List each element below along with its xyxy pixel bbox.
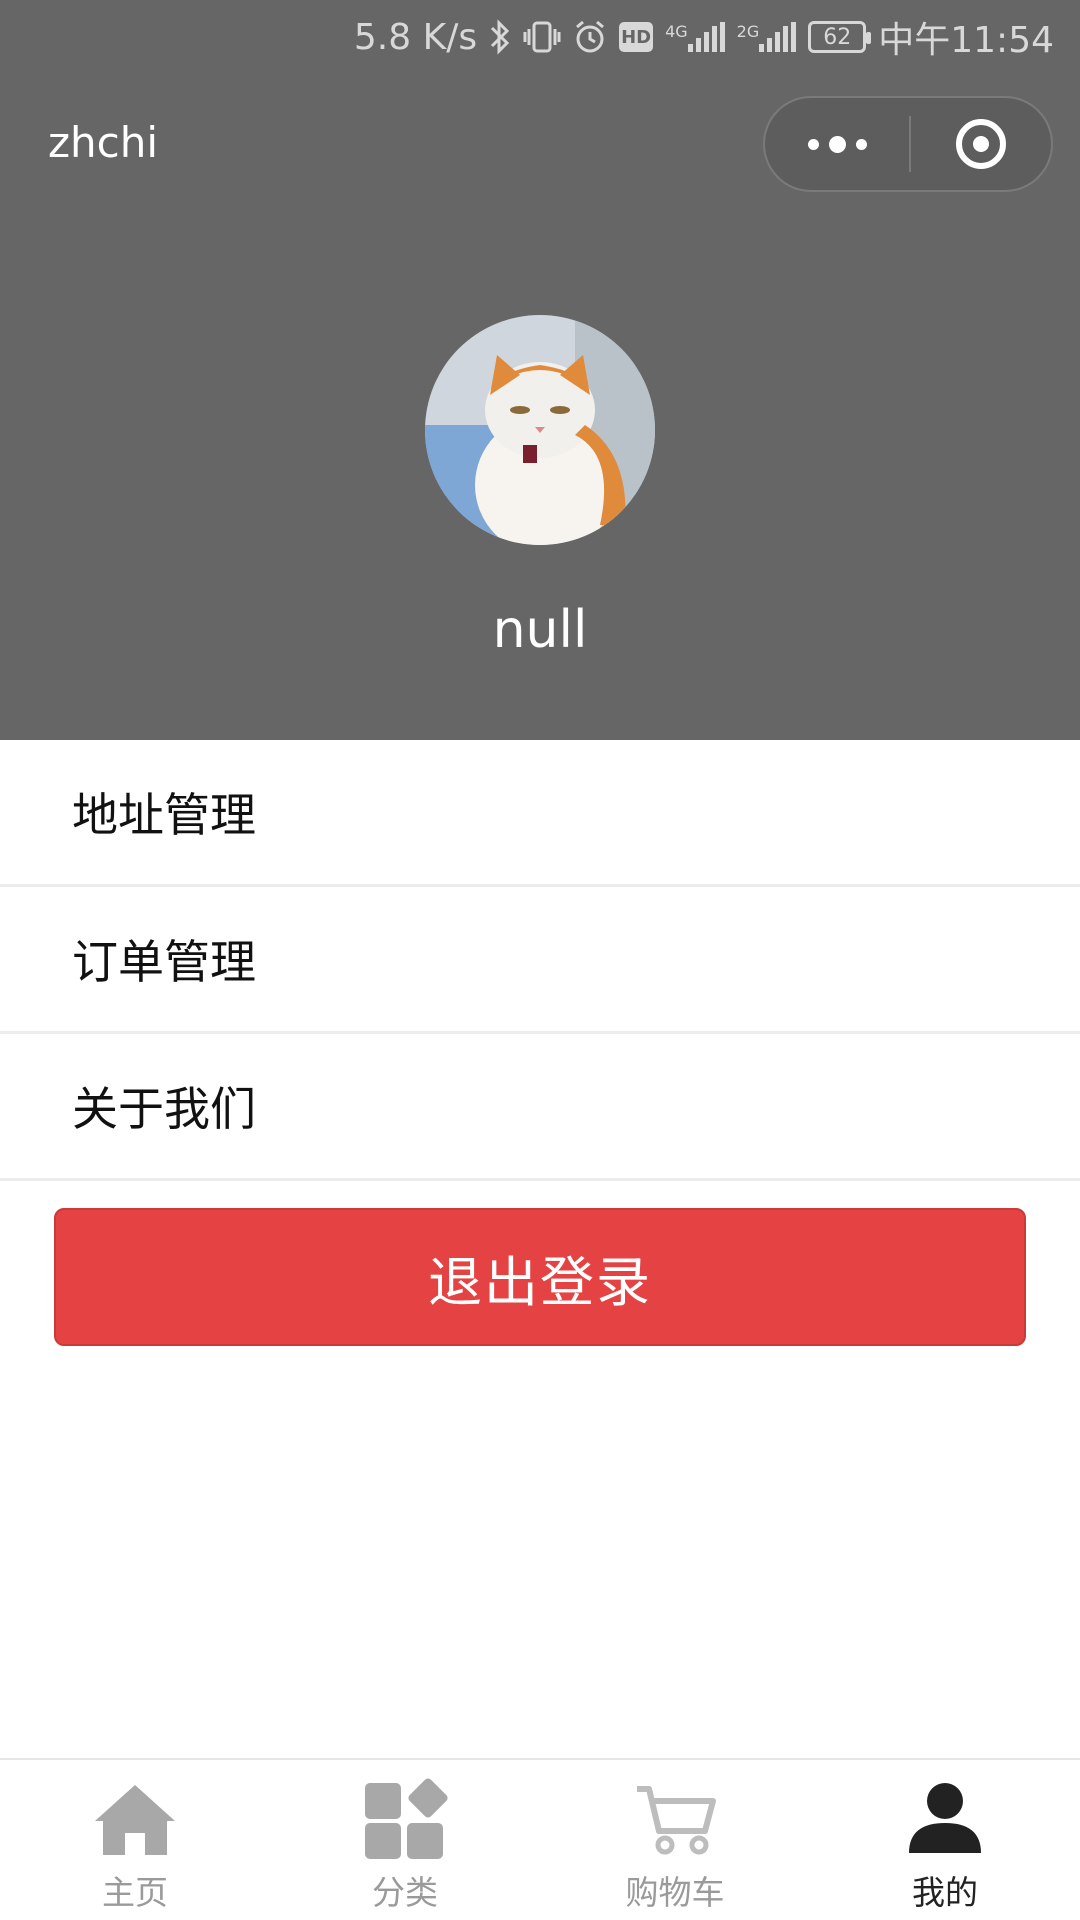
more-menu-button[interactable] — [765, 98, 909, 190]
username: null — [492, 600, 588, 660]
network-type-2g: 2G — [736, 22, 760, 41]
user-icon — [900, 1774, 990, 1864]
tab-label-cart: 购物车 — [625, 1873, 725, 1912]
screen: 5.8 K/s HD 4G 2G 62 中午11:54 zhchi null 地… — [0, 0, 1080, 1920]
cat-avatar-image — [425, 315, 655, 545]
tab-home[interactable]: 主页 — [0, 1760, 270, 1920]
tab-label-mine: 我的 — [912, 1873, 978, 1912]
menu-item-about[interactable]: 关于我们 — [0, 1034, 1080, 1181]
tab-mine[interactable]: 我的 — [810, 1760, 1080, 1920]
category-icon — [360, 1774, 450, 1864]
vibrate-icon — [523, 19, 561, 55]
signal-2g: 2G — [737, 22, 797, 52]
tab-bar: 主页 分类 购物车 我的 — [0, 1758, 1080, 1920]
bluetooth-icon — [489, 19, 511, 55]
tab-label-category: 分类 — [372, 1873, 438, 1912]
signal-4g: 4G — [665, 22, 725, 52]
clock: 中午11:54 — [878, 20, 1054, 61]
logout-button[interactable]: 退出登录 — [54, 1208, 1026, 1346]
tab-category[interactable]: 分类 — [270, 1760, 540, 1920]
status-bar: 5.8 K/s HD 4G 2G 62 中午11:54 — [0, 0, 1080, 74]
network-speed: 5.8 K/s — [353, 16, 478, 58]
menu-item-address[interactable]: 地址管理 — [0, 740, 1080, 887]
home-icon — [90, 1774, 180, 1864]
tab-cart[interactable]: 购物车 — [540, 1760, 810, 1920]
network-type-4g: 4G — [665, 22, 688, 41]
menu-item-orders[interactable]: 订单管理 — [0, 887, 1080, 1034]
more-dots-icon — [828, 135, 846, 153]
battery-icon: 62 — [808, 21, 872, 53]
target-icon — [956, 119, 1006, 169]
more-dots-icon — [855, 138, 867, 150]
menu-list: 地址管理 订单管理 关于我们 — [0, 740, 1080, 1181]
tab-label-home: 主页 — [102, 1873, 168, 1912]
profile-header: 5.8 K/s HD 4G 2G 62 中午11:54 zhchi null — [0, 0, 1080, 740]
more-dots-icon — [807, 138, 819, 150]
mini-program-capsule — [763, 96, 1053, 192]
page-title: zhchi — [48, 118, 159, 167]
alarm-icon — [573, 19, 607, 55]
avatar[interactable] — [425, 315, 655, 545]
close-mini-program-button[interactable] — [911, 98, 1051, 190]
battery-level: 62 — [823, 24, 852, 50]
hd-badge: HD — [619, 22, 654, 52]
signal-bars-icon — [759, 22, 797, 52]
signal-bars-icon — [687, 22, 725, 52]
cart-icon — [630, 1774, 720, 1864]
